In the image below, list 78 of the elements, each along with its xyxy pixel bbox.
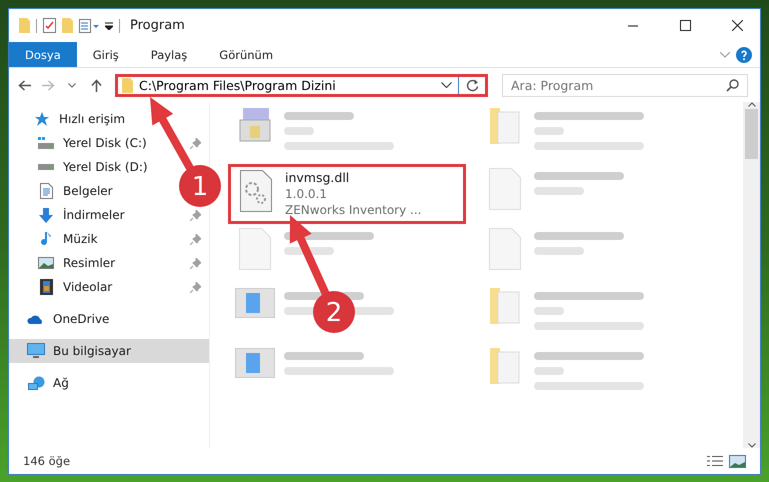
refresh-icon[interactable] — [466, 78, 478, 92]
sidebar-item[interactable]: Belgeler — [9, 179, 121, 203]
sidebar-item[interactable]: OneDrive — [9, 307, 118, 331]
blurred-text-bar — [534, 307, 564, 315]
picture-icon — [38, 257, 54, 269]
network-globe-icon — [28, 376, 44, 390]
window-title: Program — [130, 18, 186, 33]
step-number-badge: 2 — [313, 291, 355, 333]
folder-icon — [490, 108, 520, 144]
search-icon[interactable] — [726, 78, 739, 92]
cloud-icon — [27, 313, 45, 325]
monitor-icon — [27, 343, 45, 359]
back-arrow-icon[interactable] — [18, 80, 30, 90]
down-arrow-icon — [39, 208, 53, 222]
blank-file-icon — [489, 168, 521, 210]
maximize-icon[interactable] — [680, 20, 690, 31]
pin-icon[interactable] — [190, 282, 201, 292]
music-note-icon — [40, 232, 52, 246]
chevron-down-icon[interactable] — [720, 52, 730, 58]
sidebar-item[interactable]: Videolar — [9, 275, 209, 299]
blurred-text-bar — [284, 127, 314, 135]
sidebar-item[interactable]: Yerel Disk (C:) — [9, 131, 209, 155]
ribbon-tab[interactable]: Görünüm — [203, 42, 290, 67]
film-icon — [40, 279, 52, 295]
gear-file-icon — [240, 170, 272, 212]
sidebar-item[interactable]: Hızlı erişim — [9, 107, 134, 131]
sidebar-item[interactable]: Bu bilgisayar — [9, 339, 209, 363]
up-arrow-icon[interactable] — [90, 78, 102, 92]
sidebar-item[interactable]: Yerel Disk (D:) — [9, 155, 156, 179]
ribbon-tab[interactable]: Paylaş — [134, 42, 204, 67]
file-name: invmsg.dll — [285, 170, 350, 185]
scrollbar[interactable] — [743, 102, 760, 448]
document-icon — [40, 183, 52, 199]
folder-icon — [122, 78, 133, 92]
address-field[interactable]: C:\Program Files\Program Dizini — [139, 78, 435, 92]
ribbon-tab[interactable]: Giriş — [76, 42, 135, 67]
folder-icon — [490, 348, 520, 384]
blurred-text-bar — [534, 247, 584, 255]
pin-icon[interactable] — [190, 234, 201, 244]
minimize-icon[interactable] — [628, 24, 638, 26]
folder-icon — [490, 288, 520, 324]
blurred-text-bar — [284, 112, 354, 120]
file-item[interactable]: invmsg.dll 1.0.0.1 ZENworks Inventory ... — [228, 164, 466, 224]
large-icons-view-icon[interactable] — [729, 454, 746, 468]
close-icon[interactable] — [732, 20, 742, 31]
file-detail: ZENworks Inventory ... — [285, 203, 422, 217]
blurred-text-bar — [534, 367, 564, 375]
scroll-down-icon[interactable] — [748, 443, 756, 448]
pin-icon[interactable] — [190, 258, 201, 268]
sidebar-item[interactable]: Müzik — [9, 227, 209, 251]
step-number-badge: 1 — [179, 165, 221, 207]
application-window-icon — [235, 288, 275, 318]
blurred-text-bar — [534, 127, 564, 135]
blank-file-icon — [489, 228, 521, 270]
pin-icon[interactable] — [190, 138, 201, 148]
scroll-thumb[interactable] — [745, 109, 758, 159]
sidebar-item[interactable]: Resimler — [9, 251, 209, 275]
ribbon-tab[interactable]: Dosya — [9, 42, 77, 67]
drive-icon — [38, 137, 54, 149]
sidebar-item[interactable]: Ağ — [9, 371, 77, 395]
view-dropdown-icon[interactable] — [79, 18, 99, 32]
search-box[interactable]: Ara: Program — [502, 74, 748, 96]
drive-icon — [38, 164, 54, 170]
blurred-text-bar — [534, 187, 584, 195]
address-bar[interactable]: C:\Program Files\Program Dizini — [115, 74, 488, 96]
program-icon — [239, 108, 271, 142]
help-icon[interactable] — [736, 46, 752, 62]
dropdown-caret-icon[interactable] — [441, 82, 452, 88]
checklist-icon[interactable] — [43, 18, 56, 33]
scroll-up-icon[interactable] — [748, 102, 756, 107]
caret-icon[interactable] — [105, 22, 113, 30]
pin-icon[interactable] — [190, 210, 201, 220]
details-view-icon[interactable] — [707, 456, 723, 466]
blank-file-icon — [239, 228, 271, 270]
item-count: 146 öğe — [23, 454, 72, 468]
application-window-icon — [235, 348, 275, 378]
file-detail: 1.0.0.1 — [285, 187, 328, 201]
star-icon — [34, 111, 50, 127]
